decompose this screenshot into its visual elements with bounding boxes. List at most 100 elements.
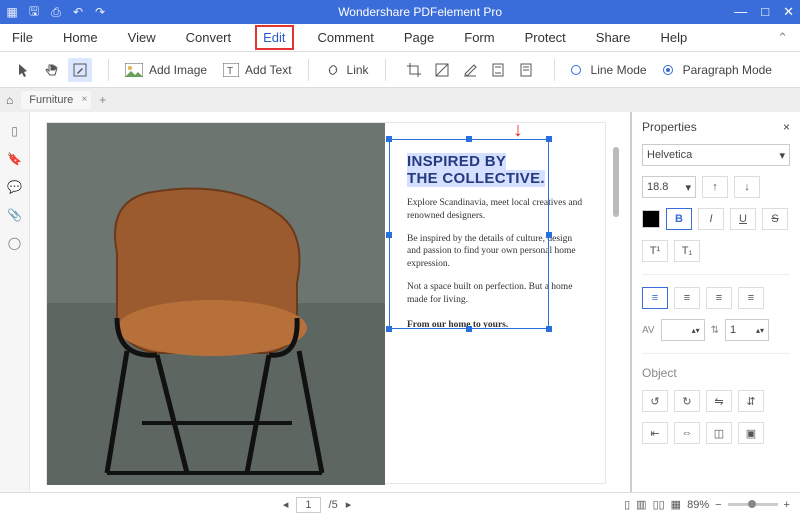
menu-view[interactable]: View: [122, 27, 162, 48]
font-select[interactable]: Helvetica ▾: [642, 144, 790, 166]
zoom-slider[interactable]: [728, 503, 778, 506]
crop-tool[interactable]: [402, 58, 426, 82]
menu-form[interactable]: Form: [458, 27, 500, 48]
underline-button[interactable]: U: [730, 208, 756, 230]
line-spacing-input[interactable]: 1▴▾: [725, 319, 769, 341]
font-size-value: 18.8: [647, 181, 668, 193]
close-button[interactable]: ✕: [783, 4, 794, 20]
menu-file[interactable]: File: [6, 27, 39, 48]
minimize-button[interactable]: —: [734, 4, 747, 20]
zoom-value: 89%: [687, 499, 709, 511]
document-canvas[interactable]: ↓ INSPIRED BY THE COLLECTIVE. Explore Sc…: [30, 112, 630, 492]
print-icon[interactable]: ⎙: [50, 6, 62, 18]
menu-page[interactable]: Page: [398, 27, 440, 48]
crop-object-button[interactable]: ◫: [706, 422, 732, 444]
tab-label: Furniture: [29, 94, 73, 106]
search-panel-icon[interactable]: ◯: [8, 236, 21, 250]
tab-furniture[interactable]: Furniture ×: [21, 91, 91, 109]
bates-tool[interactable]: [514, 58, 538, 82]
align-right-button[interactable]: ≡: [706, 287, 732, 309]
scroll-indicator[interactable]: [613, 147, 619, 217]
bold-button[interactable]: B: [666, 208, 692, 230]
rotate-right-button[interactable]: ↻: [674, 390, 700, 412]
align-justify-button[interactable]: ≡: [738, 287, 764, 309]
page-input[interactable]: 1: [296, 497, 320, 513]
subscript-button[interactable]: T₁: [674, 240, 700, 262]
link-button[interactable]: Link: [319, 63, 375, 77]
title-bar: ▦ 🖫 ⎙ ↶ ↷ Wondershare PDFelement Pro — □…: [0, 0, 800, 24]
line-spacing-icon: ⇅: [711, 325, 719, 336]
zoom-out-button[interactable]: −: [715, 499, 721, 511]
hand-tool[interactable]: [40, 58, 64, 82]
collapse-ribbon-icon[interactable]: ⌃: [771, 27, 794, 49]
app-icon: ▦: [6, 6, 18, 18]
menu-help[interactable]: Help: [655, 27, 694, 48]
add-text-button[interactable]: T Add Text: [217, 63, 297, 77]
properties-title: Properties: [642, 120, 697, 134]
menu-comment[interactable]: Comment: [312, 27, 380, 48]
view-two-page-icon[interactable]: ▯▯: [653, 498, 665, 511]
document-tabs: ⌂ Furniture × +: [0, 88, 800, 112]
save-icon[interactable]: 🖫: [28, 6, 40, 18]
header-footer-tool[interactable]: [486, 58, 510, 82]
view-grid-icon[interactable]: ▦: [671, 498, 681, 511]
add-image-label: Add Image: [149, 63, 207, 77]
char-spacing-label: AV: [642, 325, 655, 336]
add-image-button[interactable]: Add Image: [119, 63, 213, 77]
properties-panel: Properties × Helvetica ▾ 18.8▾ ↑ ↓ B I U S…: [630, 112, 800, 492]
tab-close-icon[interactable]: ×: [81, 94, 87, 105]
next-page-button[interactable]: ▸: [346, 498, 352, 511]
properties-close-icon[interactable]: ×: [783, 120, 790, 134]
page-total: /5: [329, 499, 338, 511]
rotate-left-button[interactable]: ↺: [642, 390, 668, 412]
font-size-select[interactable]: 18.8▾: [642, 176, 696, 198]
selection-box[interactable]: [389, 139, 549, 329]
decrease-size-button[interactable]: ↓: [734, 176, 760, 198]
object-section-title: Object: [642, 366, 790, 380]
comments-icon[interactable]: 💬: [7, 180, 22, 194]
link-label: Link: [347, 63, 369, 77]
menu-home[interactable]: Home: [57, 27, 104, 48]
menu-share[interactable]: Share: [590, 27, 637, 48]
home-tab-icon[interactable]: ⌂: [6, 93, 13, 107]
prev-page-button[interactable]: ◂: [283, 498, 289, 511]
align-obj-left[interactable]: ⇤: [642, 422, 668, 444]
status-bar: ◂ 1 /5 ▸ ▯ ▥ ▯▯ ▦ 89% − +: [0, 492, 800, 516]
char-spacing-input[interactable]: ▴▾: [661, 319, 705, 341]
paragraph-mode-radio[interactable]: Paragraph Mode: [657, 63, 778, 77]
menu-protect[interactable]: Protect: [519, 27, 572, 48]
undo-icon[interactable]: ↶: [72, 6, 84, 18]
attachments-icon[interactable]: 📎: [7, 208, 22, 222]
menu-edit[interactable]: Edit: [255, 25, 293, 50]
select-tool[interactable]: [12, 58, 36, 82]
line-mode-radio[interactable]: Line Mode: [565, 63, 653, 77]
italic-button[interactable]: I: [698, 208, 724, 230]
flip-vertical-button[interactable]: ⇵: [738, 390, 764, 412]
new-tab-button[interactable]: +: [99, 93, 106, 107]
chevron-down-icon: ▾: [779, 149, 785, 162]
bookmarks-icon[interactable]: 🔖: [7, 152, 22, 166]
align-obj-center[interactable]: ⇔: [674, 422, 700, 444]
superscript-button[interactable]: T¹: [642, 240, 668, 262]
menu-convert[interactable]: Convert: [180, 27, 238, 48]
align-left-button[interactable]: ≡: [642, 287, 668, 309]
increase-size-button[interactable]: ↑: [702, 176, 728, 198]
background-tool[interactable]: [458, 58, 482, 82]
redo-icon[interactable]: ↷: [94, 6, 106, 18]
view-single-icon[interactable]: ▯: [624, 498, 630, 511]
font-value: Helvetica: [647, 149, 692, 161]
align-center-button[interactable]: ≡: [674, 287, 700, 309]
chair-illustration: [47, 123, 385, 485]
thumbnails-icon[interactable]: ▯: [11, 124, 18, 138]
paragraph-mode-label: Paragraph Mode: [683, 63, 772, 77]
strike-button[interactable]: S: [762, 208, 788, 230]
line-mode-label: Line Mode: [591, 63, 647, 77]
view-continuous-icon[interactable]: ▥: [636, 498, 646, 511]
color-swatch[interactable]: [642, 210, 660, 228]
maximize-button[interactable]: □: [761, 4, 769, 20]
edit-tool[interactable]: [68, 58, 92, 82]
watermark-tool[interactable]: [430, 58, 454, 82]
flip-horizontal-button[interactable]: ⇋: [706, 390, 732, 412]
zoom-in-button[interactable]: +: [784, 499, 790, 511]
replace-image-button[interactable]: ▣: [738, 422, 764, 444]
